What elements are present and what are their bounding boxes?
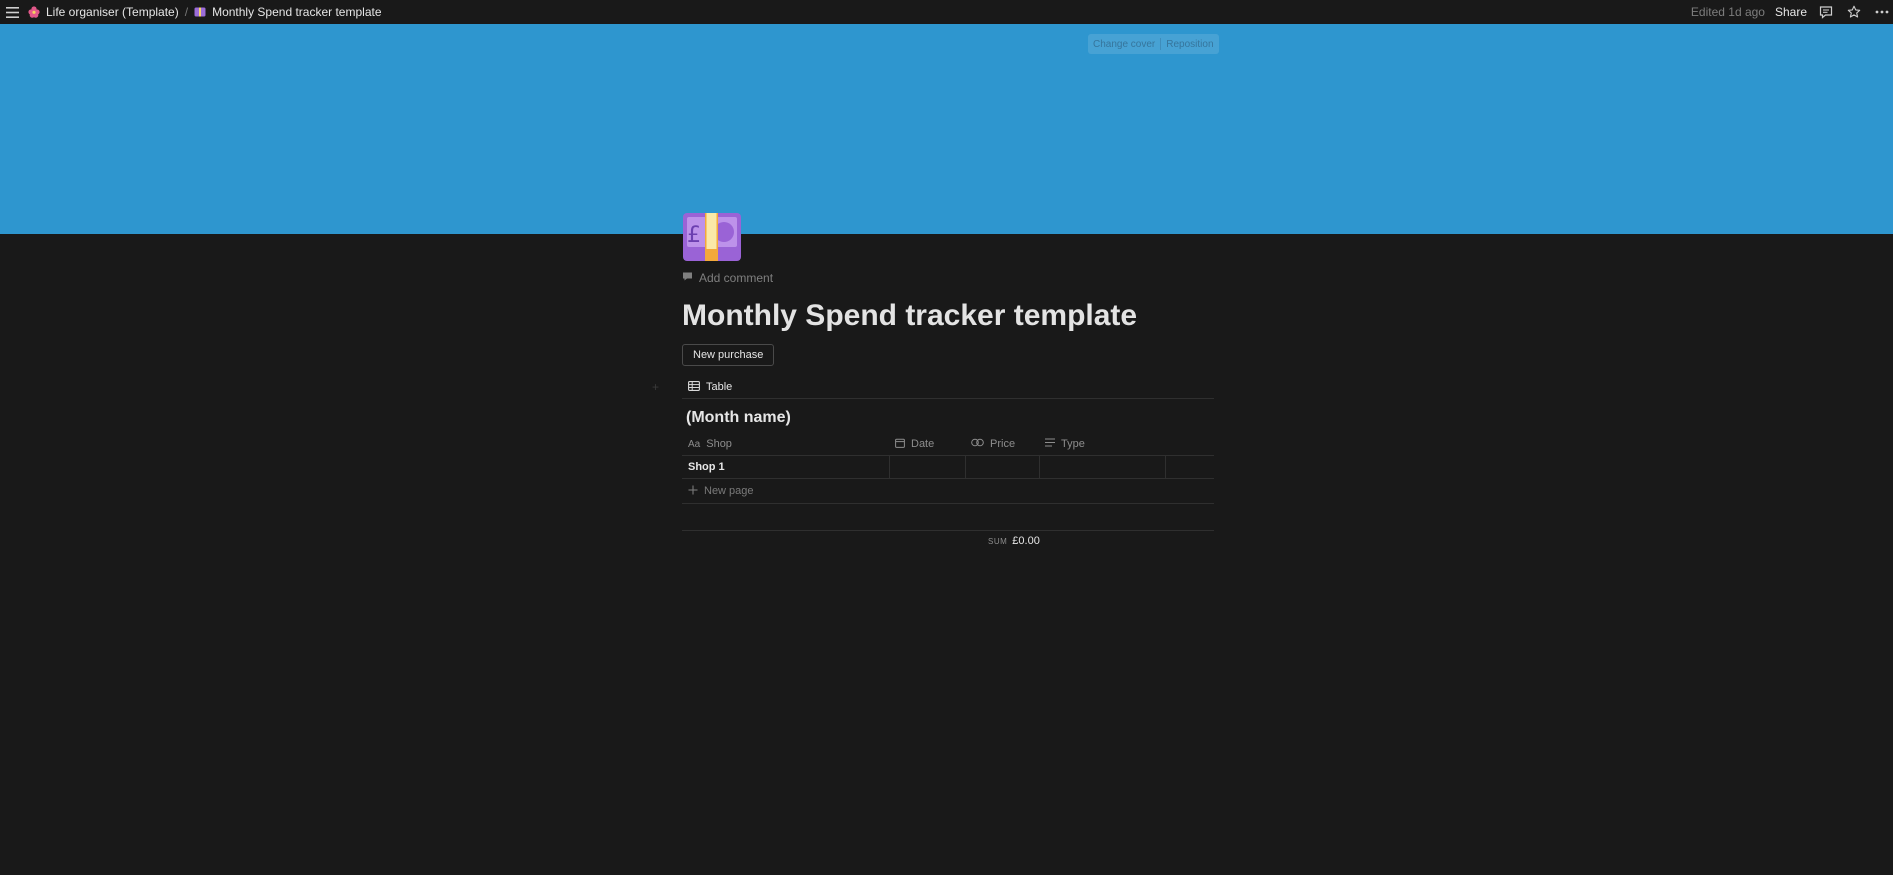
share-button[interactable]: Share: [1775, 5, 1807, 19]
new-purchase-button[interactable]: New purchase: [682, 344, 775, 366]
breadcrumb-separator: /: [184, 5, 189, 19]
top-bar: Life organiser (Template) / Monthly Spen…: [0, 0, 1893, 24]
formula-icon: [971, 438, 984, 450]
table-icon: [688, 380, 700, 394]
add-comment-button[interactable]: Add comment: [682, 270, 1214, 286]
column-label: Shop: [706, 438, 732, 450]
comments-icon[interactable]: [1817, 3, 1835, 21]
more-icon[interactable]: [1873, 3, 1891, 21]
tab-label: Table: [706, 381, 733, 393]
topbar-actions: Edited 1d ago Share: [1691, 0, 1893, 24]
plus-icon: [688, 485, 698, 498]
column-header-date[interactable]: Date: [889, 438, 965, 451]
calendar-icon: [895, 438, 905, 451]
cover-actions: Change cover Reposition: [1088, 34, 1219, 54]
breadcrumb-label: Life organiser (Template): [46, 5, 179, 19]
breadcrumb-monthly-spend[interactable]: Monthly Spend tracker template: [190, 5, 385, 19]
menu-icon[interactable]: [0, 0, 24, 24]
column-label: Type: [1061, 438, 1085, 450]
sum-value: £0.00: [1012, 535, 1040, 547]
reposition-button[interactable]: Reposition: [1161, 39, 1218, 50]
cell-shop[interactable]: Shop 1: [682, 461, 889, 473]
column-header-type[interactable]: Type: [1039, 438, 1165, 450]
column-label: Price: [990, 438, 1016, 450]
sum-label: SUM: [988, 537, 1008, 546]
banknote-page-icon[interactable]: £: [682, 212, 742, 262]
page-cover: Change cover Reposition: [0, 24, 1893, 234]
text-icon: Aa: [688, 438, 701, 450]
change-cover-button[interactable]: Change cover: [1088, 39, 1160, 50]
banknote-icon: [194, 6, 206, 18]
price-sum[interactable]: SUM £0.00: [988, 535, 1040, 547]
page-content: £ Add comment Monthly Spend tracker temp…: [652, 212, 1214, 553]
cell-type[interactable]: [1039, 456, 1165, 478]
new-page-label: New page: [704, 485, 754, 497]
flower-icon: [28, 6, 40, 18]
database-table: Aa Shop Date Price Type Shop 1 New page …: [682, 433, 1214, 553]
breadcrumb-life-organiser[interactable]: Life organiser (Template): [24, 5, 183, 19]
cell-date[interactable]: [889, 456, 965, 478]
column-label: Date: [911, 438, 935, 450]
cell-price[interactable]: [965, 456, 1039, 478]
tab-table[interactable]: Table: [682, 380, 738, 394]
table-row[interactable]: Shop 1: [682, 456, 1214, 479]
lines-icon: [1045, 438, 1055, 450]
comment-icon: [682, 271, 693, 285]
star-icon[interactable]: [1845, 3, 1863, 21]
add-comment-label: Add comment: [699, 271, 774, 285]
table-header: Aa Shop Date Price Type: [682, 433, 1214, 456]
svg-text:£: £: [687, 223, 701, 248]
add-block-icon[interactable]: +: [652, 380, 659, 394]
group-title[interactable]: (Month name): [682, 409, 1214, 431]
database-view-tabs: + Table: [652, 376, 1214, 399]
page-title[interactable]: Monthly Spend tracker template: [682, 296, 1214, 336]
column-header-shop[interactable]: Aa Shop: [682, 438, 889, 450]
column-header-price[interactable]: Price: [965, 438, 1039, 450]
edited-timestamp: Edited 1d ago: [1690, 5, 1765, 19]
new-page-button[interactable]: New page: [682, 479, 1214, 504]
calculation-row: SUM £0.00: [682, 530, 1214, 553]
cell-extra: [1165, 456, 1214, 478]
breadcrumb-label: Monthly Spend tracker template: [212, 5, 382, 19]
